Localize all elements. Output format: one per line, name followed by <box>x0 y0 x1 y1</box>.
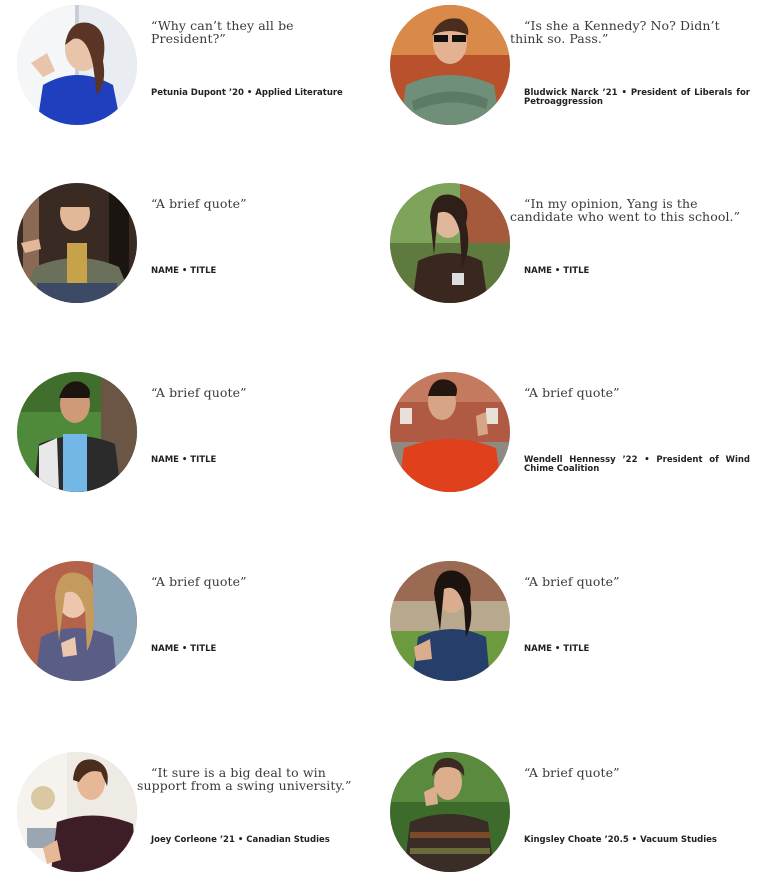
testimonial-card: “A brief quote” Kingsley Choate ’20.5 • … <box>390 752 760 882</box>
testimonial-name-title: Kingsley Choate ’20.5 • Vacuum Studies <box>524 835 717 845</box>
testimonial-card: “A brief quote” NAME • TITLE <box>390 561 760 691</box>
avatar <box>390 372 510 492</box>
avatar <box>17 752 137 872</box>
testimonial-quote: “A brief quote” <box>524 385 620 400</box>
testimonial-name-title: NAME • TITLE <box>151 455 217 465</box>
testimonial-name-title: NAME • TITLE <box>151 266 217 276</box>
avatar <box>17 372 137 492</box>
testimonial-quote: “A brief quote” <box>524 765 620 780</box>
avatar <box>17 5 137 125</box>
testimonial-quote: “Is she a Kennedy? No? Didn’t think so. … <box>510 18 720 46</box>
testimonial-quote: “A brief quote” <box>524 574 620 589</box>
testimonial-card: “A brief quote” NAME • TITLE <box>17 183 387 313</box>
avatar <box>390 752 510 872</box>
avatar <box>17 183 137 303</box>
testimonial-quote: “A brief quote” <box>151 196 247 211</box>
testimonial-name-title: Bludwick Narck ’21 • President of Libera… <box>524 88 750 107</box>
testimonial-name-title: Wendell Hennessy ’22 • President of Wind… <box>524 455 750 474</box>
testimonial-quote: “A brief quote” <box>151 574 247 589</box>
testimonial-card: “Why can’t they all be President?” Petun… <box>17 5 387 135</box>
testimonial-card: “Is she a Kennedy? No? Didn’t think so. … <box>390 5 760 135</box>
testimonial-name-title: NAME • TITLE <box>524 644 590 654</box>
avatar <box>390 561 510 681</box>
testimonial-quote: “A brief quote” <box>151 385 247 400</box>
testimonial-name-title: Joey Corleone ’21 • Canadian Studies <box>151 835 330 845</box>
avatar <box>390 183 510 303</box>
testimonial-quote: “Why can’t they all be President?” <box>151 18 294 46</box>
testimonial-name-title: NAME • TITLE <box>151 644 217 654</box>
testimonial-card: “A brief quote” Wendell Hennessy ’22 • P… <box>390 372 760 502</box>
testimonial-card: “In my opinion, Yang is the candidate wh… <box>390 183 760 313</box>
testimonial-quote: “It sure is a big deal to win support fr… <box>137 765 352 793</box>
testimonial-card: “It sure is a big deal to win support fr… <box>17 752 387 882</box>
avatar <box>390 5 510 125</box>
testimonial-card: “A brief quote” NAME • TITLE <box>17 561 387 691</box>
testimonial-name-title: NAME • TITLE <box>524 266 590 276</box>
testimonial-quote: “In my opinion, Yang is the candidate wh… <box>510 196 741 224</box>
testimonial-card: “A brief quote” NAME • TITLE <box>17 372 387 502</box>
testimonial-name-title: Petunia Dupont ’20 • Applied Literature <box>151 88 343 98</box>
avatar <box>17 561 137 681</box>
